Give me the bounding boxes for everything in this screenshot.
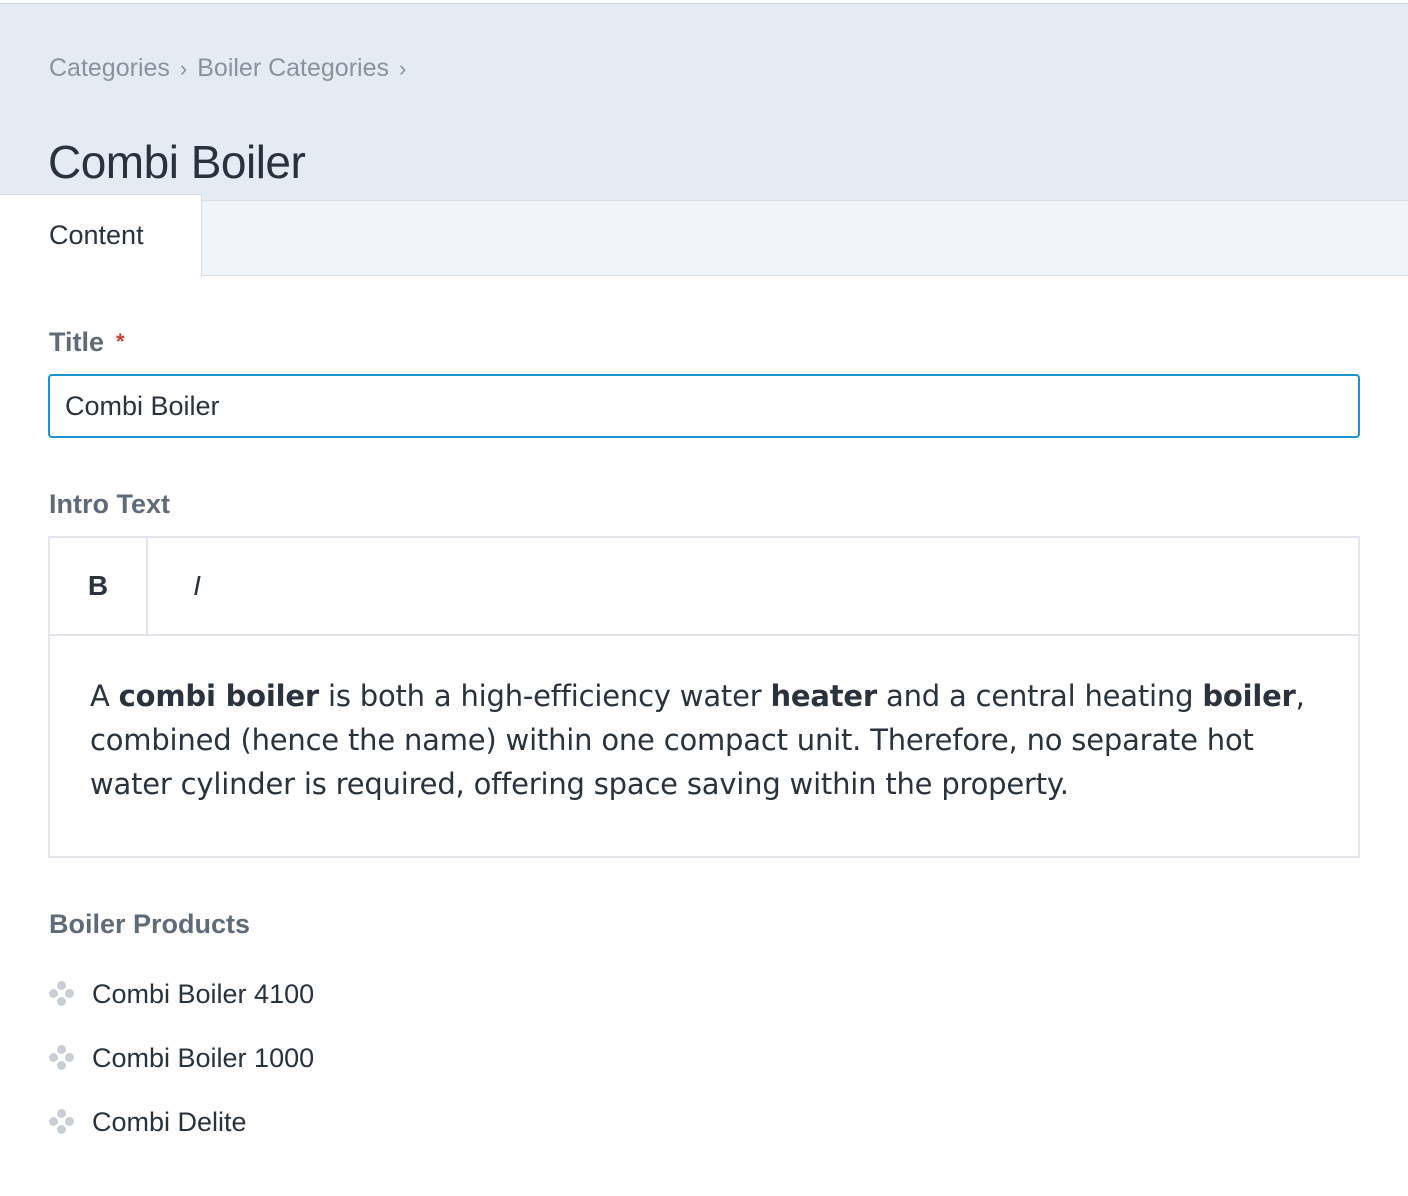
drag-handle-icon[interactable] — [48, 1044, 76, 1072]
title-field-label: Title * — [49, 327, 125, 358]
page-title: Combi Boiler — [48, 135, 306, 188]
bold-text-run: heater — [770, 679, 877, 713]
drag-handle-dot — [65, 1117, 74, 1126]
drag-handle-dot — [65, 989, 74, 998]
bold-text-run: boiler — [1202, 679, 1296, 713]
drag-handle-dot — [57, 981, 66, 990]
intro-text-label: Intro Text — [49, 489, 170, 519]
tab-content-label: Content — [49, 220, 144, 250]
text-run: is both a high-efficiency water — [318, 679, 771, 713]
drag-handle-dot — [57, 1061, 66, 1070]
title-label-text: Title — [49, 327, 105, 357]
tab-bar: Content — [0, 194, 1408, 277]
bold-text-run: combi boiler — [118, 679, 319, 713]
text-run: and a central heating — [876, 679, 1203, 713]
breadcrumb-item-categories[interactable]: Categories — [49, 54, 170, 83]
title-input[interactable] — [48, 374, 1360, 438]
product-list-item[interactable]: Combi Boiler 1000 — [48, 1026, 648, 1090]
page-header: Categories › Boiler Categories › Combi B… — [0, 4, 1408, 201]
required-indicator: * — [116, 329, 125, 354]
text-run: A — [90, 679, 119, 713]
boiler-products-label: Boiler Products — [49, 909, 251, 939]
drag-handle-dot — [49, 1053, 58, 1062]
product-label: Combi Delite — [92, 1106, 247, 1137]
breadcrumb-separator: › — [399, 55, 407, 81]
drag-handle-dot — [57, 997, 66, 1006]
product-label: Combi Boiler 4100 — [92, 978, 315, 1009]
editor-toolbar: B I — [50, 538, 1358, 636]
breadcrumb-item-boiler-categories[interactable]: Boiler Categories — [197, 54, 389, 83]
breadcrumb: Categories › Boiler Categories › — [49, 54, 416, 83]
product-label: Combi Boiler 1000 — [92, 1042, 315, 1073]
drag-handle-dot — [57, 1125, 66, 1134]
drag-handle-dot — [49, 1117, 58, 1126]
breadcrumb-separator: › — [179, 55, 188, 81]
drag-handle-dot — [57, 1045, 66, 1054]
bold-button[interactable]: B — [50, 538, 148, 634]
boiler-products-list: Combi Boiler 4100 Combi Boiler 1000 Combi … — [48, 962, 648, 1154]
intro-text-editor: B I A combi boiler is both a high-effici… — [48, 536, 1360, 858]
product-list-item[interactable]: Combi Delite — [48, 1090, 648, 1154]
italic-button[interactable]: I — [148, 538, 246, 634]
intro-text-content[interactable]: A combi boiler is both a high-efficiency… — [90, 674, 1310, 806]
tab-content[interactable]: Content — [0, 194, 202, 277]
drag-handle-icon[interactable] — [48, 1108, 76, 1136]
drag-handle-dot — [65, 1053, 74, 1062]
product-list-item[interactable]: Combi Boiler 4100 — [48, 962, 648, 1026]
drag-handle-icon[interactable] — [48, 980, 76, 1008]
drag-handle-dot — [49, 989, 58, 998]
drag-handle-dot — [57, 1109, 66, 1118]
